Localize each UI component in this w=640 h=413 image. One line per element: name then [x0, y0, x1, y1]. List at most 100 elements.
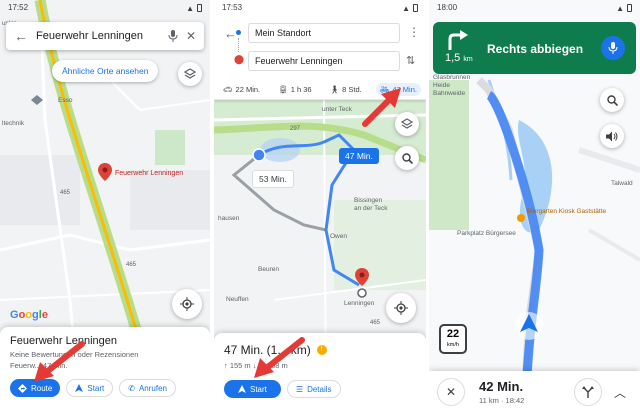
search-input[interactable]: Feuerwehr Lenningen [36, 30, 160, 42]
phone-navigation: Glasbrunnen Heide Bahnweide Biergarten K… [429, 0, 640, 413]
search-icon [606, 94, 618, 106]
map-label: ltechnik [2, 120, 25, 127]
close-icon: ✕ [445, 385, 457, 399]
details-button[interactable]: ☰ Details [286, 380, 341, 398]
status-bar: 17:52 ▲ [0, 0, 210, 16]
pin-icon [98, 163, 112, 181]
mic-icon [608, 42, 618, 54]
fork-icon [582, 386, 594, 398]
speaker-icon [606, 131, 618, 141]
phone-icon: ✆ [128, 383, 135, 393]
eta-block[interactable]: 42 Min. 11 km · 18:42 [465, 379, 574, 405]
warning-icon: ! [316, 345, 327, 355]
road-shield: 297 [290, 126, 301, 132]
map-label: an der Teck [354, 205, 388, 212]
map-label: Lenningen [344, 300, 375, 307]
google-logo: Google [10, 309, 48, 321]
search-bar[interactable]: ← Feuerwehr Lenningen ✕ [6, 22, 204, 50]
similar-places-chip[interactable]: Ähnliche Orte ansehen [52, 60, 159, 82]
poi-label: Biergarten Kiosk Gaststätte [527, 208, 607, 215]
signal-icon: ▲ [616, 3, 624, 13]
maneuver-banner: 1,5 km Rechts abbiegen [433, 22, 636, 74]
my-location-button[interactable] [386, 293, 416, 323]
expand-button[interactable]: ︿ [608, 380, 632, 404]
screenshot-collage: usler ltechnik Esso 465 465 Feuerwehr Le… [0, 0, 640, 413]
annotation-arrow [34, 341, 85, 382]
exit-navigation-button[interactable]: ✕ [437, 378, 465, 406]
map-label: Parkplatz Bürgersee [457, 230, 516, 237]
status-time: 17:52 [8, 3, 29, 12]
phone-place-details: usler ltechnik Esso 465 465 Feuerwehr Le… [0, 0, 210, 413]
close-icon[interactable]: ✕ [186, 29, 196, 43]
directions-icon [18, 383, 27, 393]
road-shield: 465 [370, 320, 381, 326]
annotation-arrow [362, 88, 401, 127]
search-along-route-button[interactable] [395, 146, 419, 170]
annotation-arrow [254, 337, 305, 378]
swap-icon[interactable]: ⇅ [406, 54, 415, 67]
signal-icon: ▲ [186, 3, 194, 13]
mode-transit[interactable]: 🚆︎ 1 h 36 [274, 83, 315, 96]
details-label: Details [307, 384, 332, 394]
route-time-callout[interactable]: 47 Min. [339, 148, 379, 164]
my-location-button[interactable] [172, 289, 202, 319]
origin-dot-icon [236, 30, 241, 35]
status-bar: 18:00 ▲ [429, 0, 640, 16]
voice-button[interactable] [601, 36, 625, 60]
route-sheet: 47 Min. (1... km) ! ↑ 155 m ↓ 1... 58 m … [214, 333, 426, 413]
start-label: Start [87, 383, 105, 393]
map-label: Beuren [258, 266, 279, 273]
route-connector [238, 38, 239, 52]
map-label: unter Teck [322, 106, 352, 113]
turn-right-icon [448, 30, 468, 50]
my-location-icon [394, 301, 408, 315]
trip-summary-bar: ✕ 42 Min. 11 km · 18:42 ︿ [429, 371, 640, 413]
mic-icon[interactable] [168, 30, 178, 42]
mode-car[interactable]: 🚗︎ 22 Min. [219, 83, 264, 96]
speed-unit: km/h [447, 342, 459, 348]
destination-marker[interactable] [355, 268, 369, 291]
map-label: Bissingen [354, 197, 383, 204]
road-shield: 465 [126, 262, 137, 268]
map-label: Heide [433, 82, 450, 89]
car-icon: 🚗︎ [223, 85, 233, 94]
map-label: Talwald [611, 180, 633, 187]
navigation-icon [238, 385, 246, 393]
origin-field[interactable]: Mein Standort [248, 23, 400, 43]
eta-duration: 42 Min. [479, 379, 524, 394]
list-icon: ☰ [295, 384, 304, 394]
place-marker[interactable] [98, 163, 112, 186]
sound-button[interactable] [600, 124, 624, 148]
more-options-icon[interactable]: ⋮ [408, 25, 420, 39]
back-arrow-icon[interactable]: ← [224, 26, 237, 41]
speed-limit-sign: 22 km/h [439, 324, 467, 354]
alt-route-callout[interactable]: 53 Min. [252, 170, 294, 188]
map-label-esso: Esso [58, 97, 73, 104]
map-label: Neuffen [226, 296, 249, 303]
map-label: Owen [330, 233, 347, 240]
signal-icon: ▲ [402, 3, 410, 13]
search-icon [401, 152, 413, 164]
map-label: Glasbrunnen [433, 74, 471, 81]
eta-detail: 11 km · 18:42 [479, 396, 525, 405]
alternate-routes-button[interactable] [574, 378, 602, 406]
battery-icon [413, 4, 418, 12]
battery-icon [197, 4, 202, 12]
map-label: hausen [218, 215, 240, 222]
destination-field[interactable]: Feuerwehr Lenningen [248, 51, 400, 71]
layers-button[interactable] [178, 62, 202, 86]
layers-icon [184, 68, 196, 79]
distance-unit: km [463, 56, 473, 63]
my-location-icon [180, 297, 194, 311]
battery-icon [627, 4, 632, 12]
call-button[interactable]: ✆ Anrufen [119, 379, 176, 397]
search-button[interactable] [600, 88, 624, 112]
start-label: Start [250, 384, 267, 394]
speed-value: 22 [446, 328, 460, 340]
chevron-up-icon: ︿ [613, 385, 626, 400]
transit-icon: 🚆︎ [278, 85, 288, 94]
walk-icon: 🚶︎ [329, 85, 340, 94]
back-arrow-icon[interactable]: ← [14, 28, 28, 44]
start-navigation-button[interactable]: Start [224, 380, 281, 398]
action-row: Start ☰ Details [224, 380, 416, 398]
